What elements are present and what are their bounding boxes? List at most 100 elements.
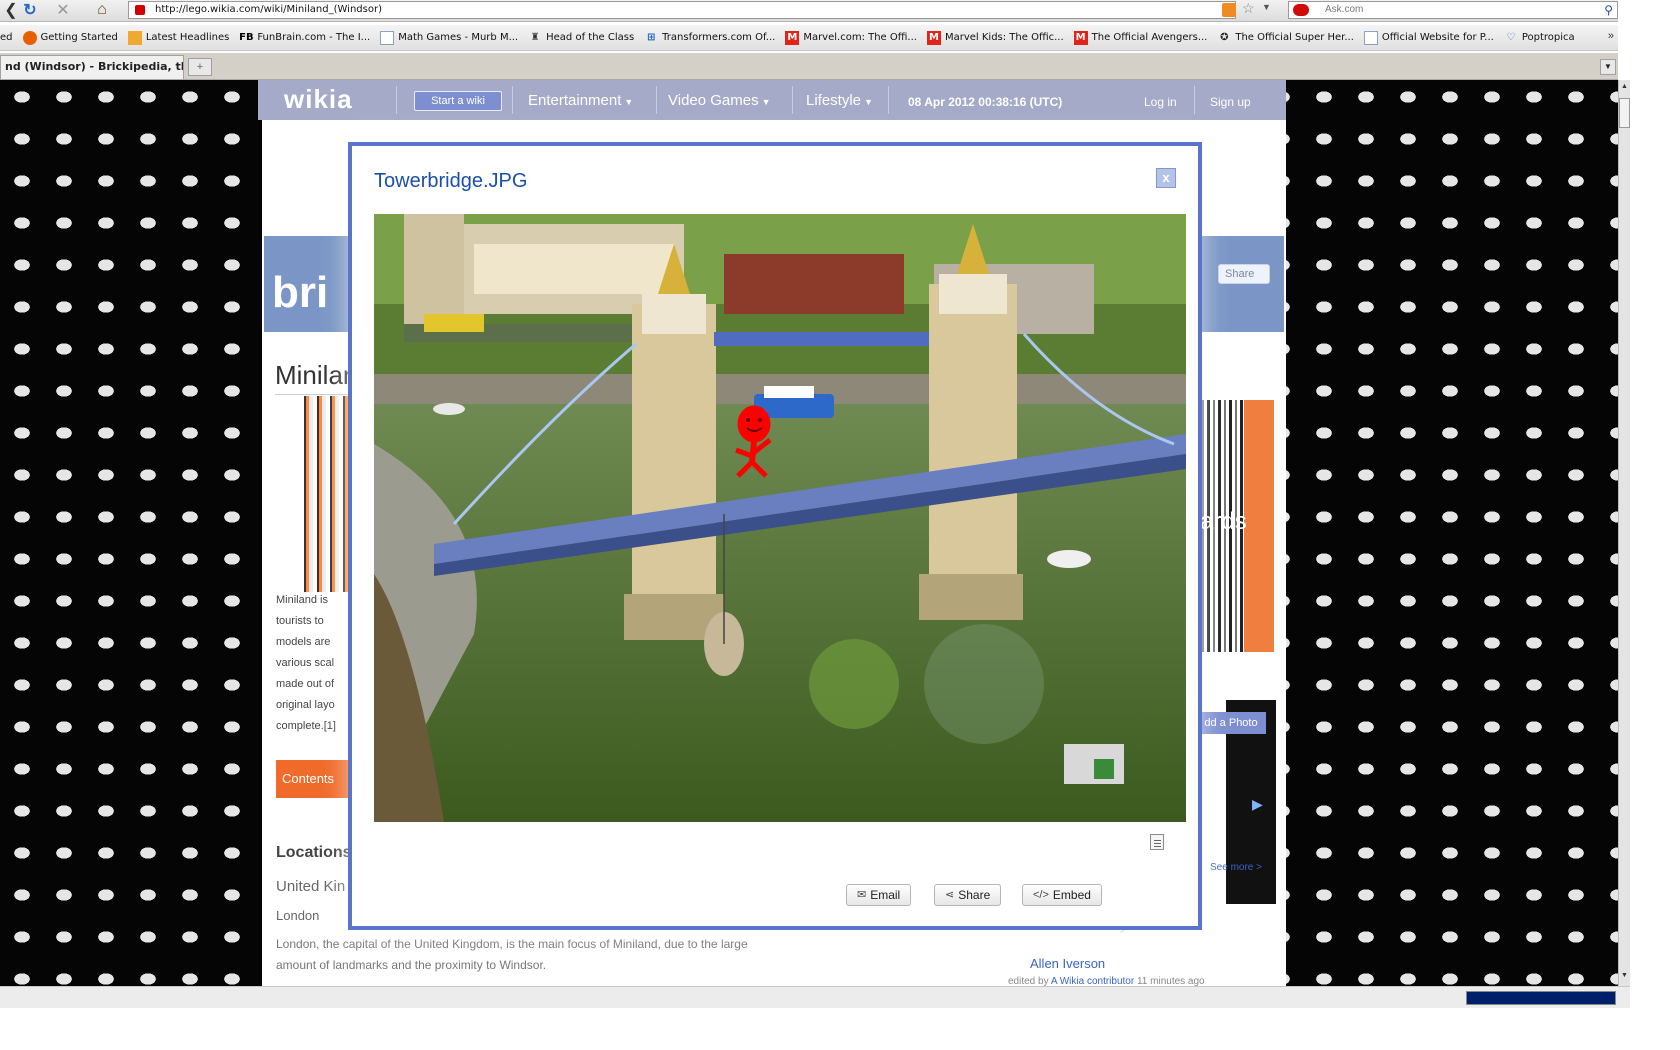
nav-label: Lifestyle <box>806 92 862 109</box>
bookmark-item[interactable]: M Marvel.com: The Offi... <box>785 30 917 45</box>
subsection-heading: London <box>276 908 320 923</box>
bookmark-label: Transformers.com Of... <box>662 32 776 43</box>
nav-divider <box>512 86 513 114</box>
nav-entertainment[interactable]: Entertainment ▼ <box>528 92 633 109</box>
scrollbar-thumb[interactable] <box>1619 98 1630 128</box>
page-icon <box>1363 30 1378 45</box>
awards-module <box>1244 400 1274 652</box>
bookmark-item[interactable]: M Marvel Kids: The Offic... <box>926 30 1064 45</box>
image-lightbox-modal: Towerbridge.JPG x ✉ Email ⋖ Share </> Em… <box>348 142 1202 930</box>
wiki-share-button[interactable]: Share <box>1218 264 1270 284</box>
bookmark-label: FunBrain.com - The I... <box>257 32 371 43</box>
embed-label: Embed <box>1052 888 1091 902</box>
subsection-heading: United Kin <box>276 878 346 895</box>
url-text: http://lego.wikia.com/wiki/Miniland_(Win… <box>155 4 382 15</box>
table-of-contents[interactable]: Contents <box>276 760 356 798</box>
share-icon: ⋖ <box>945 889 955 901</box>
marvel-icon: M <box>785 30 800 45</box>
start-a-wiki-button[interactable]: Start a wiki <box>414 91 502 111</box>
page-scrollbar[interactable] <box>1618 80 1630 986</box>
tower-bridge-photo[interactable] <box>374 214 1186 822</box>
file-page-icon[interactable] <box>1150 834 1164 850</box>
nav-divider <box>792 86 793 114</box>
bookmark-label: The Official Avengers... <box>1091 32 1208 43</box>
search-input[interactable]: Ask.com ⚲ <box>1288 1 1618 19</box>
firefox-icon <box>22 30 37 45</box>
page-icon <box>380 30 395 45</box>
ask-logo-icon <box>1293 4 1309 16</box>
bookmark-item[interactable]: ♡ Poptropica <box>1504 31 1575 45</box>
scroll-down-icon[interactable]: ▼ <box>1619 970 1630 982</box>
chevron-right-icon[interactable]: ▶ <box>1252 796 1263 813</box>
stop-icon[interactable]: ✕ <box>56 1 70 19</box>
url-dropdown-icon[interactable]: ▼ <box>1262 2 1271 12</box>
marvel-icon: M <box>1073 30 1088 45</box>
browser-status-bar <box>0 986 1630 1008</box>
bookmark-item[interactable]: Math Games - Murb M... <box>380 30 519 45</box>
nav-divider <box>1194 86 1195 114</box>
scroll-up-icon[interactable]: ▲ <box>1619 81 1630 93</box>
url-bar[interactable]: http://lego.wikia.com/wiki/Miniland_(Win… <box>128 1 1236 19</box>
search-magnifier-icon[interactable]: ⚲ <box>1604 2 1613 18</box>
dc-icon: ✪ <box>1220 32 1229 43</box>
chevron-down-icon: ▼ <box>761 97 771 107</box>
email-button[interactable]: ✉ Email <box>846 884 912 906</box>
home-icon[interactable]: ⌂ <box>94 1 110 19</box>
bookmark-item[interactable]: Latest Headlines <box>127 30 230 45</box>
tab-list-dropdown-icon[interactable]: ▼ <box>1600 59 1616 75</box>
rss-feed-icon[interactable] <box>1222 3 1236 17</box>
fb-icon: FB <box>239 32 254 43</box>
see-more-link[interactable]: See more > <box>1210 862 1262 873</box>
close-button[interactable]: x <box>1156 168 1176 188</box>
bookmark-item[interactable]: M The Official Avengers... <box>1073 30 1208 45</box>
lego-tower-bridge-image <box>374 214 1186 822</box>
bookmark-item[interactable]: Getting Started <box>22 30 118 45</box>
bookmark-label: Math Games - Murb M... <box>398 32 519 43</box>
back-icon[interactable]: ❮ <box>4 1 18 19</box>
wikia-logo[interactable]: wikia <box>284 84 353 115</box>
nav-video-games[interactable]: Video Games ▼ <box>668 92 771 109</box>
server-datetime: 08 Apr 2012 00:38:16 (UTC) <box>908 95 1063 109</box>
new-tab-button[interactable]: + <box>188 58 212 76</box>
bookmark-item[interactable]: ♜ Head of the Class <box>528 31 635 45</box>
bookmark-label: Marvel.com: The Offi... <box>803 32 917 43</box>
reload-icon[interactable]: ↻ <box>22 1 38 19</box>
awards-heading: ards <box>1200 508 1247 535</box>
embed-button[interactable]: </> Embed <box>1022 884 1102 906</box>
recent-activity-link[interactable]: Allen Iverson <box>1030 956 1105 971</box>
bookmark-item[interactable]: ⊞ Transformers.com Of... <box>644 31 775 45</box>
bookmark-label: The Official Super Her... <box>1235 32 1354 43</box>
bookmark-label: Latest Headlines <box>145 32 230 43</box>
nav-label: Video Games <box>668 92 759 109</box>
login-link[interactable]: Log in <box>1144 95 1177 109</box>
share-button[interactable]: ⋖ Share <box>934 884 1002 906</box>
section-heading-locations: Locations <box>276 844 352 861</box>
bookmark-star-icon[interactable]: ☆ <box>1242 0 1255 17</box>
bookmark-label: Head of the Class <box>546 32 635 43</box>
bookmarks-overflow-icon[interactable]: » <box>1608 30 1614 42</box>
status-progress-bar <box>1466 991 1616 1005</box>
tab-brickipedia[interactable]: nd (Windsor) - Brickipedia, the ... <box>0 55 184 79</box>
school-icon: ♜ <box>530 32 540 43</box>
bookmark-label: Poptropica <box>1521 32 1575 43</box>
chevron-down-icon: ▼ <box>624 97 634 107</box>
modal-title[interactable]: Towerbridge.JPG <box>374 170 527 193</box>
wiki-wordmark[interactable]: bri <box>272 268 328 318</box>
nav-lifestyle[interactable]: Lifestyle ▼ <box>806 92 873 109</box>
signup-link[interactable]: Sign up <box>1210 95 1251 109</box>
rss-icon <box>127 30 142 45</box>
add-photo-button[interactable]: dd a Photo <box>1196 712 1266 734</box>
tab-bar: nd (Windsor) - Brickipedia, the ... + ▼ <box>0 53 1618 80</box>
transformers-icon: ⊞ <box>646 32 656 43</box>
bookmark-item[interactable]: Official Website for P... <box>1363 30 1494 45</box>
share-label: Share <box>958 888 991 902</box>
bookmark-item[interactable]: ✪ The Official Super Her... <box>1217 31 1354 45</box>
poptropica-icon: ♡ <box>1506 32 1516 43</box>
nav-divider <box>888 86 889 114</box>
code-icon: </> <box>1033 889 1049 901</box>
bookmark-label: Marvel Kids: The Offic... <box>944 32 1064 43</box>
marvel-icon: M <box>926 30 941 45</box>
page-title: Minilan <box>275 360 358 390</box>
bookmark-item[interactable]: ed <box>0 32 13 43</box>
bookmark-item[interactable]: FB FunBrain.com - The I... <box>239 31 370 45</box>
